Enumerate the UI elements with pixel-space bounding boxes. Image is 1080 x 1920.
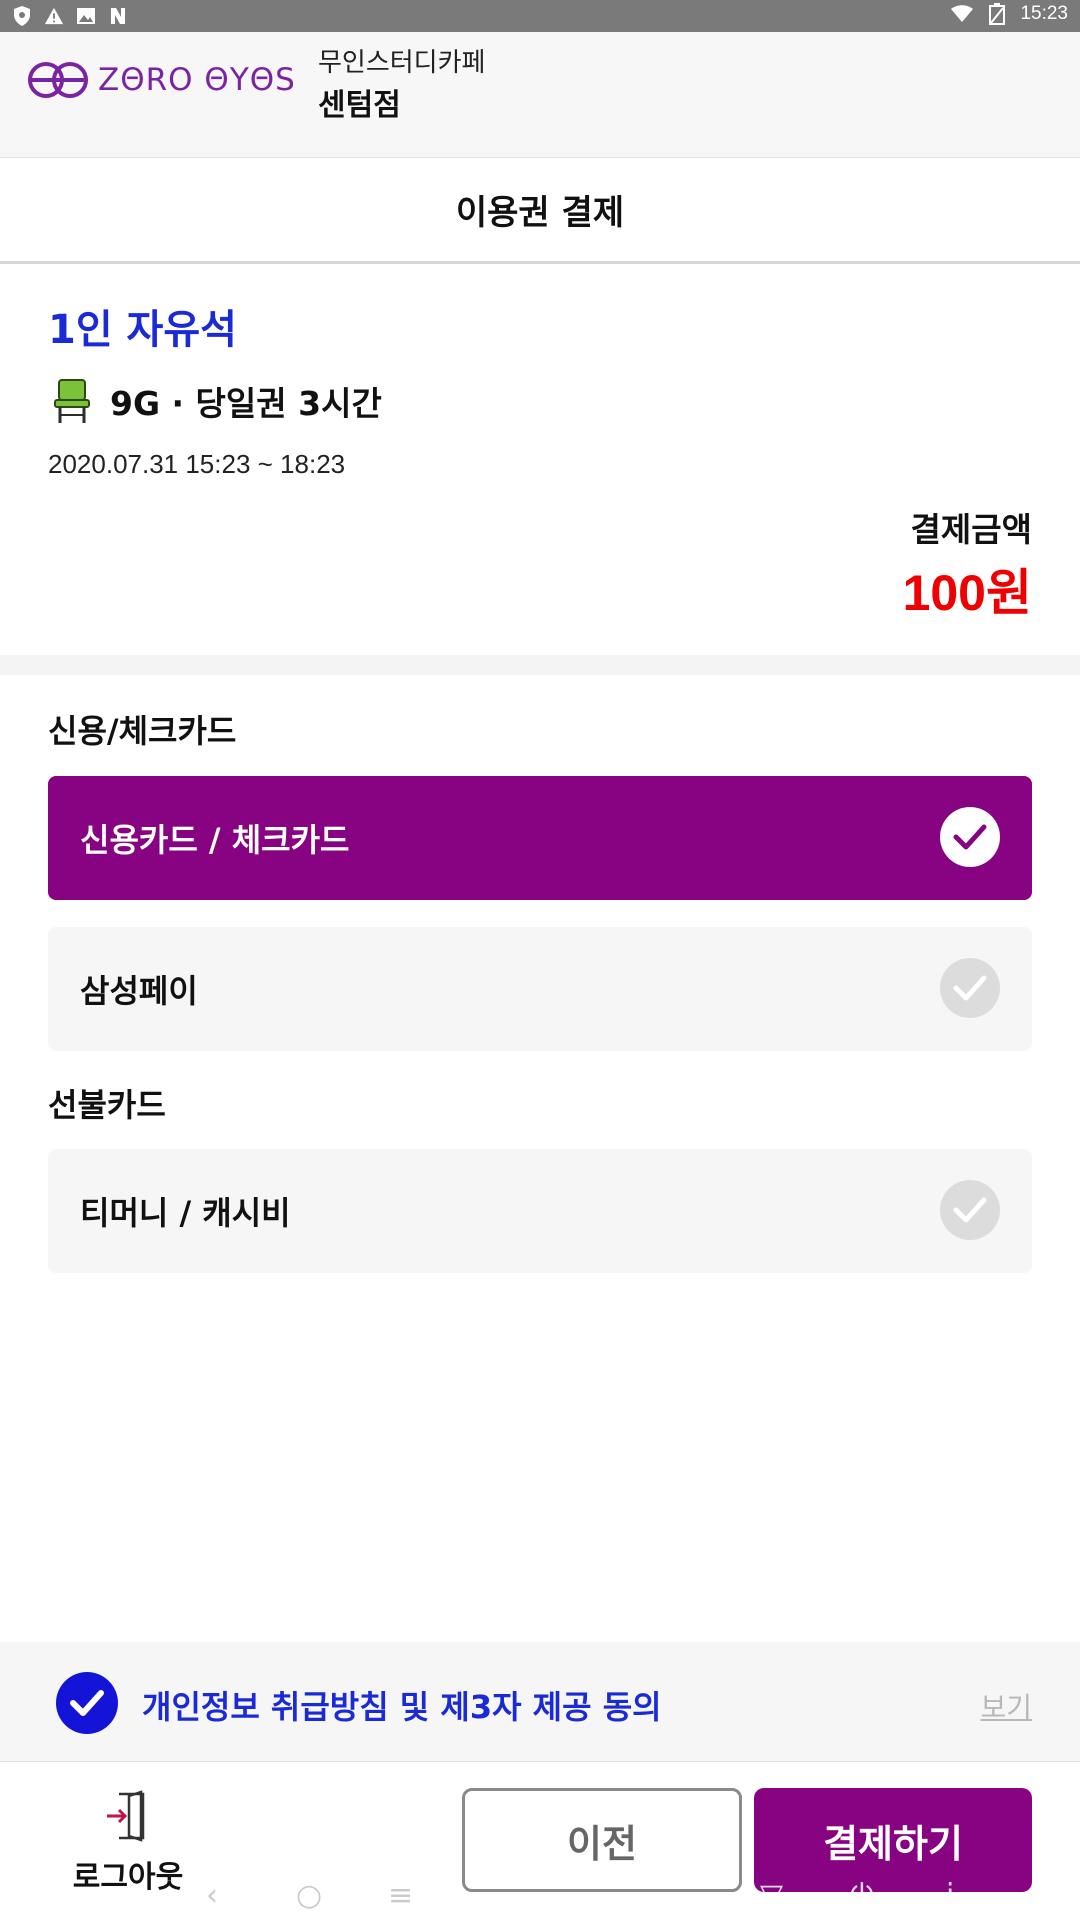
check-icon xyxy=(70,1690,104,1716)
logout-door-icon xyxy=(107,1790,145,1842)
payment-option-samsung-pay[interactable]: 삼성페이 xyxy=(48,927,1032,1051)
credit-card-section-label: 신용/체크카드 xyxy=(48,712,237,750)
seat-row: 9G · 당일권 3시간 xyxy=(52,377,382,425)
check-icon xyxy=(940,1180,1000,1240)
prepaid-card-section-label: 선불카드 xyxy=(48,1086,166,1124)
logo-text: ZΘRO ΘYΘS xyxy=(98,62,296,98)
amount-value: 100원 xyxy=(902,565,1032,621)
payment-option-tmoney-cashbee[interactable]: 티머니 / 캐시비 xyxy=(48,1149,1032,1273)
back-nav-icon[interactable]: ‹ xyxy=(206,1878,218,1913)
wifi-icon xyxy=(951,5,974,22)
check-icon xyxy=(940,958,1000,1018)
privacy-agreement-bar: 개인정보 취급방침 및 제3자 제공 동의 보기 xyxy=(0,1642,1080,1762)
page-title: 이용권 결제 xyxy=(455,193,625,233)
view-terms-link[interactable]: 보기 xyxy=(980,1686,1032,1726)
image-icon xyxy=(77,8,95,24)
amount-label: 결제금액 xyxy=(910,510,1032,549)
section-divider xyxy=(0,655,1080,675)
info-icon[interactable]: i xyxy=(946,1878,954,1913)
chair-icon xyxy=(54,379,90,423)
agreement-checkbox[interactable] xyxy=(56,1672,118,1734)
check-icon xyxy=(940,807,1000,867)
agreement-text[interactable]: 개인정보 취급방침 및 제3자 제공 동의 xyxy=(142,1682,662,1728)
volume-down-icon[interactable]: ▽ xyxy=(760,1878,783,1913)
zero-eyes-logo-icon xyxy=(28,62,88,98)
brand-logo: ZΘRO ΘYΘS xyxy=(26,60,296,100)
nfc-icon xyxy=(111,8,125,24)
store-name: 센텀점 xyxy=(318,88,401,123)
system-nav-bar: ‹ ○ ≡ ▽ ⏻ i xyxy=(0,1872,1080,1920)
shield-icon xyxy=(14,6,30,26)
ticket-type: 1인 자유석 xyxy=(48,307,237,353)
home-nav-icon[interactable]: ○ xyxy=(296,1878,322,1913)
recents-nav-icon[interactable]: ≡ xyxy=(388,1878,413,1913)
seat-and-plan: 9G · 당일권 3시간 xyxy=(110,384,382,423)
ticket-summary: 1인 자유석 9G · 당일권 3시간 2020.07.31 15:23 ~ 1… xyxy=(0,267,1080,655)
status-time: 15:23 xyxy=(1020,3,1068,24)
status-bar: 15:23 xyxy=(0,0,1080,32)
payment-option-label: 삼성페이 xyxy=(80,972,198,1010)
usage-period: 2020.07.31 15:23 ~ 18:23 xyxy=(48,449,346,479)
payment-option-label: 티머니 / 캐시비 xyxy=(80,1194,291,1232)
payment-option-label: 신용카드 / 체크카드 xyxy=(80,821,350,859)
page-title-bar: 이용권 결제 xyxy=(0,158,1080,264)
payment-option-credit-card[interactable]: 신용카드 / 체크카드 xyxy=(48,776,1032,900)
app-header: ZΘRO ΘYΘS 무인스터디카페 센텀점 xyxy=(0,32,1080,158)
warning-icon xyxy=(44,7,64,25)
store-subtitle: 무인스터디카페 xyxy=(318,48,486,78)
battery-icon xyxy=(989,3,1006,25)
power-icon[interactable]: ⏻ xyxy=(850,1878,874,1913)
